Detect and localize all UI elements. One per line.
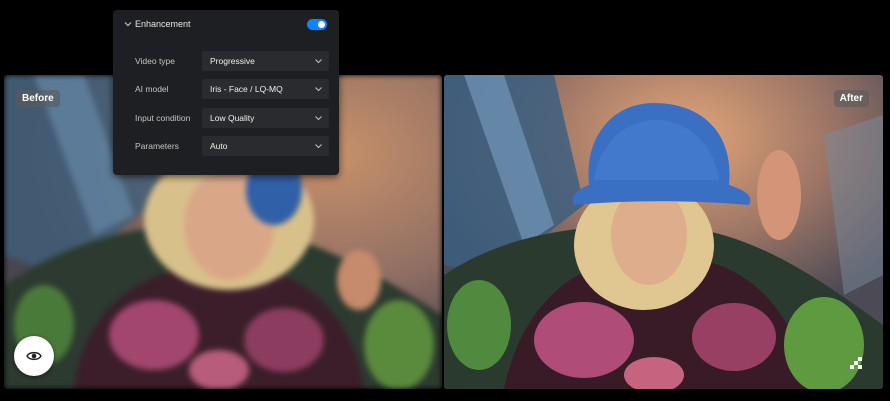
after-image[interactable] bbox=[444, 75, 883, 389]
enhancement-panel-header[interactable]: Enhancement bbox=[113, 10, 339, 40]
chevron-down-icon bbox=[315, 59, 322, 64]
input-condition-label: Input condition bbox=[135, 113, 191, 123]
input-condition-row: Input condition Low Quality bbox=[113, 108, 339, 128]
ai-model-select[interactable]: Iris - Face / LQ-MQ bbox=[202, 79, 329, 99]
before-label: Before bbox=[16, 90, 60, 107]
after-label: After bbox=[833, 90, 869, 107]
parameters-row: Parameters Auto bbox=[113, 136, 339, 156]
parameters-value: Auto bbox=[210, 141, 228, 151]
input-condition-select[interactable]: Low Quality bbox=[202, 108, 329, 128]
chevron-down-icon bbox=[315, 116, 322, 121]
ai-model-value: Iris - Face / LQ-MQ bbox=[210, 84, 283, 94]
parameters-select[interactable]: Auto bbox=[202, 136, 329, 156]
chevron-down-icon bbox=[315, 87, 322, 92]
parameters-label: Parameters bbox=[135, 141, 179, 151]
video-type-row: Video type Progressive bbox=[113, 51, 339, 71]
chevron-down-icon[interactable] bbox=[123, 19, 133, 29]
enhancement-toggle[interactable] bbox=[307, 19, 327, 30]
after-photo-illustration bbox=[444, 75, 883, 389]
chevron-down-icon bbox=[315, 144, 322, 149]
enhancement-panel: Enhancement Video type Progressive AI mo… bbox=[113, 10, 339, 175]
ai-model-row: AI model Iris - Face / LQ-MQ bbox=[113, 79, 339, 99]
eye-icon bbox=[26, 351, 42, 361]
preview-button[interactable] bbox=[14, 336, 54, 376]
ai-model-label: AI model bbox=[135, 84, 169, 94]
video-type-value: Progressive bbox=[210, 56, 255, 66]
video-type-select[interactable]: Progressive bbox=[202, 51, 329, 71]
enhancement-title: Enhancement bbox=[135, 19, 191, 29]
input-condition-value: Low Quality bbox=[210, 113, 255, 123]
video-type-label: Video type bbox=[135, 56, 176, 66]
app-stage: Before After Enhancement Video type Prog… bbox=[0, 0, 890, 401]
toggle-knob bbox=[318, 21, 325, 28]
checkerboard-icon[interactable] bbox=[850, 357, 864, 371]
